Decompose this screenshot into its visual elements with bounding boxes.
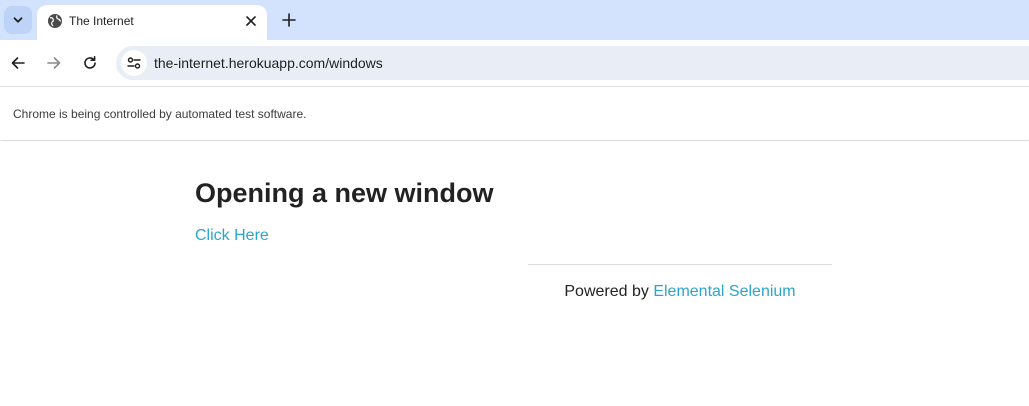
footer-divider (528, 264, 832, 265)
browser-toolbar: the-internet.herokuapp.com/windows (0, 40, 1029, 86)
back-button[interactable] (4, 49, 32, 77)
url-text[interactable]: the-internet.herokuapp.com/windows (154, 55, 383, 71)
active-tab[interactable]: The Internet (37, 5, 267, 40)
forward-button[interactable] (40, 49, 68, 77)
infobar-message: Chrome is being controlled by automated … (13, 107, 307, 121)
automation-infobar: Chrome is being controlled by automated … (0, 86, 1029, 140)
tune-icon (127, 57, 141, 69)
page-content: Opening a new window Click Here Powered … (0, 141, 1029, 406)
tab-title: The Internet (69, 14, 134, 28)
close-icon (246, 16, 256, 26)
site-info-button[interactable] (121, 50, 147, 76)
reload-icon (84, 56, 96, 69)
arrow-right-icon (47, 57, 61, 69)
address-bar[interactable]: the-internet.herokuapp.com/windows (116, 46, 1029, 80)
plus-icon (282, 13, 296, 27)
chevron-down-icon (13, 17, 23, 23)
tab-search-button[interactable] (4, 6, 32, 34)
arrow-left-icon (11, 57, 25, 69)
elemental-selenium-link[interactable]: Elemental Selenium (653, 283, 795, 300)
page-footer: Powered by Elemental Selenium (528, 283, 832, 301)
footer-prefix: Powered by (564, 283, 649, 300)
new-tab-button[interactable] (276, 7, 302, 33)
globe-icon (48, 14, 62, 28)
tab-close-button[interactable] (241, 11, 261, 31)
tab-strip: The Internet (0, 0, 1029, 40)
reload-button[interactable] (76, 49, 104, 77)
page-title: Opening a new window (195, 178, 494, 208)
click-here-link[interactable]: Click Here (195, 227, 269, 245)
